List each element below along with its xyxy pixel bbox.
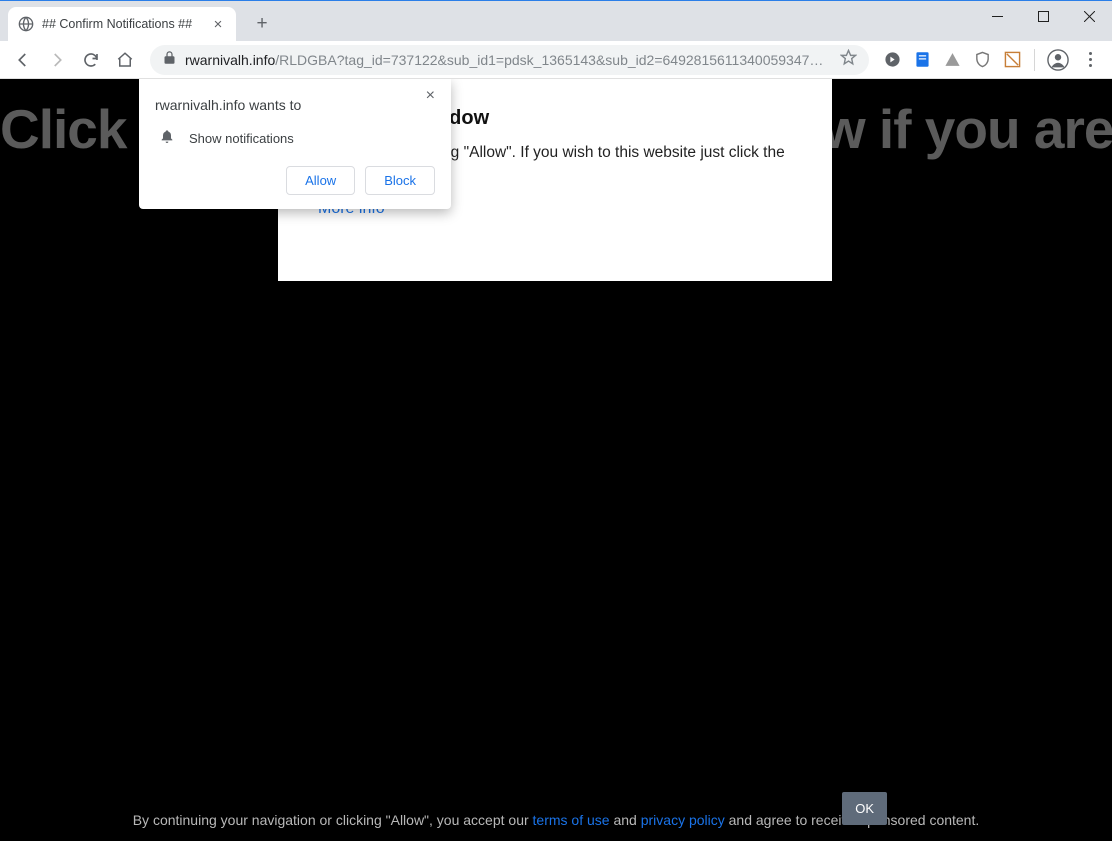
back-button[interactable] — [8, 45, 38, 75]
page-content: Click "Allow" to close this window if yo… — [0, 79, 1112, 841]
allow-button[interactable]: Allow — [286, 166, 355, 195]
footer-disclaimer: By continuing your navigation or clickin… — [0, 810, 1112, 831]
tab-title: ## Confirm Notifications ## — [42, 17, 202, 31]
home-button[interactable] — [110, 45, 140, 75]
block-button[interactable]: Block — [365, 166, 435, 195]
close-icon[interactable]: × — [422, 85, 439, 107]
minimize-button[interactable] — [974, 1, 1020, 31]
reload-button[interactable] — [76, 45, 106, 75]
profile-avatar-icon[interactable] — [1044, 46, 1072, 74]
privacy-link[interactable]: privacy policy — [641, 812, 725, 828]
lock-icon — [162, 50, 177, 70]
separator — [1034, 49, 1035, 71]
maximize-button[interactable] — [1020, 1, 1066, 31]
browser-tab[interactable]: ## Confirm Notifications ## × — [8, 7, 236, 41]
browser-toolbar: rwarnivalh.info/RLDGBA?tag_id=737122&sub… — [0, 41, 1112, 79]
ok-button[interactable]: OK — [842, 792, 887, 825]
address-bar[interactable]: rwarnivalh.info/RLDGBA?tag_id=737122&sub… — [150, 45, 869, 75]
bell-icon — [159, 129, 175, 148]
close-tab-icon[interactable]: × — [210, 16, 226, 33]
new-tab-button[interactable]: + — [248, 10, 276, 38]
chrome-menu-button[interactable] — [1076, 46, 1104, 74]
permission-site-label: rwarnivalh.info wants to — [155, 97, 435, 113]
forward-button[interactable] — [42, 45, 72, 75]
close-window-button[interactable] — [1066, 1, 1112, 31]
window-controls — [974, 1, 1112, 31]
browser-titlebar: ## Confirm Notifications ## × + — [0, 1, 1112, 41]
extension-icon[interactable] — [879, 47, 905, 73]
extension-icon[interactable] — [999, 47, 1025, 73]
url-text: rwarnivalh.info/RLDGBA?tag_id=737122&sub… — [185, 52, 832, 68]
extension-icon[interactable] — [969, 47, 995, 73]
permission-label: Show notifications — [189, 131, 294, 146]
extension-icon[interactable] — [909, 47, 935, 73]
bookmark-star-icon[interactable] — [840, 49, 857, 71]
globe-icon — [18, 16, 34, 32]
extension-icon[interactable] — [939, 47, 965, 73]
notification-permission-popup: × rwarnivalh.info wants to Show notifica… — [139, 79, 451, 209]
terms-link[interactable]: terms of use — [533, 812, 610, 828]
permission-request-row: Show notifications — [155, 129, 435, 148]
